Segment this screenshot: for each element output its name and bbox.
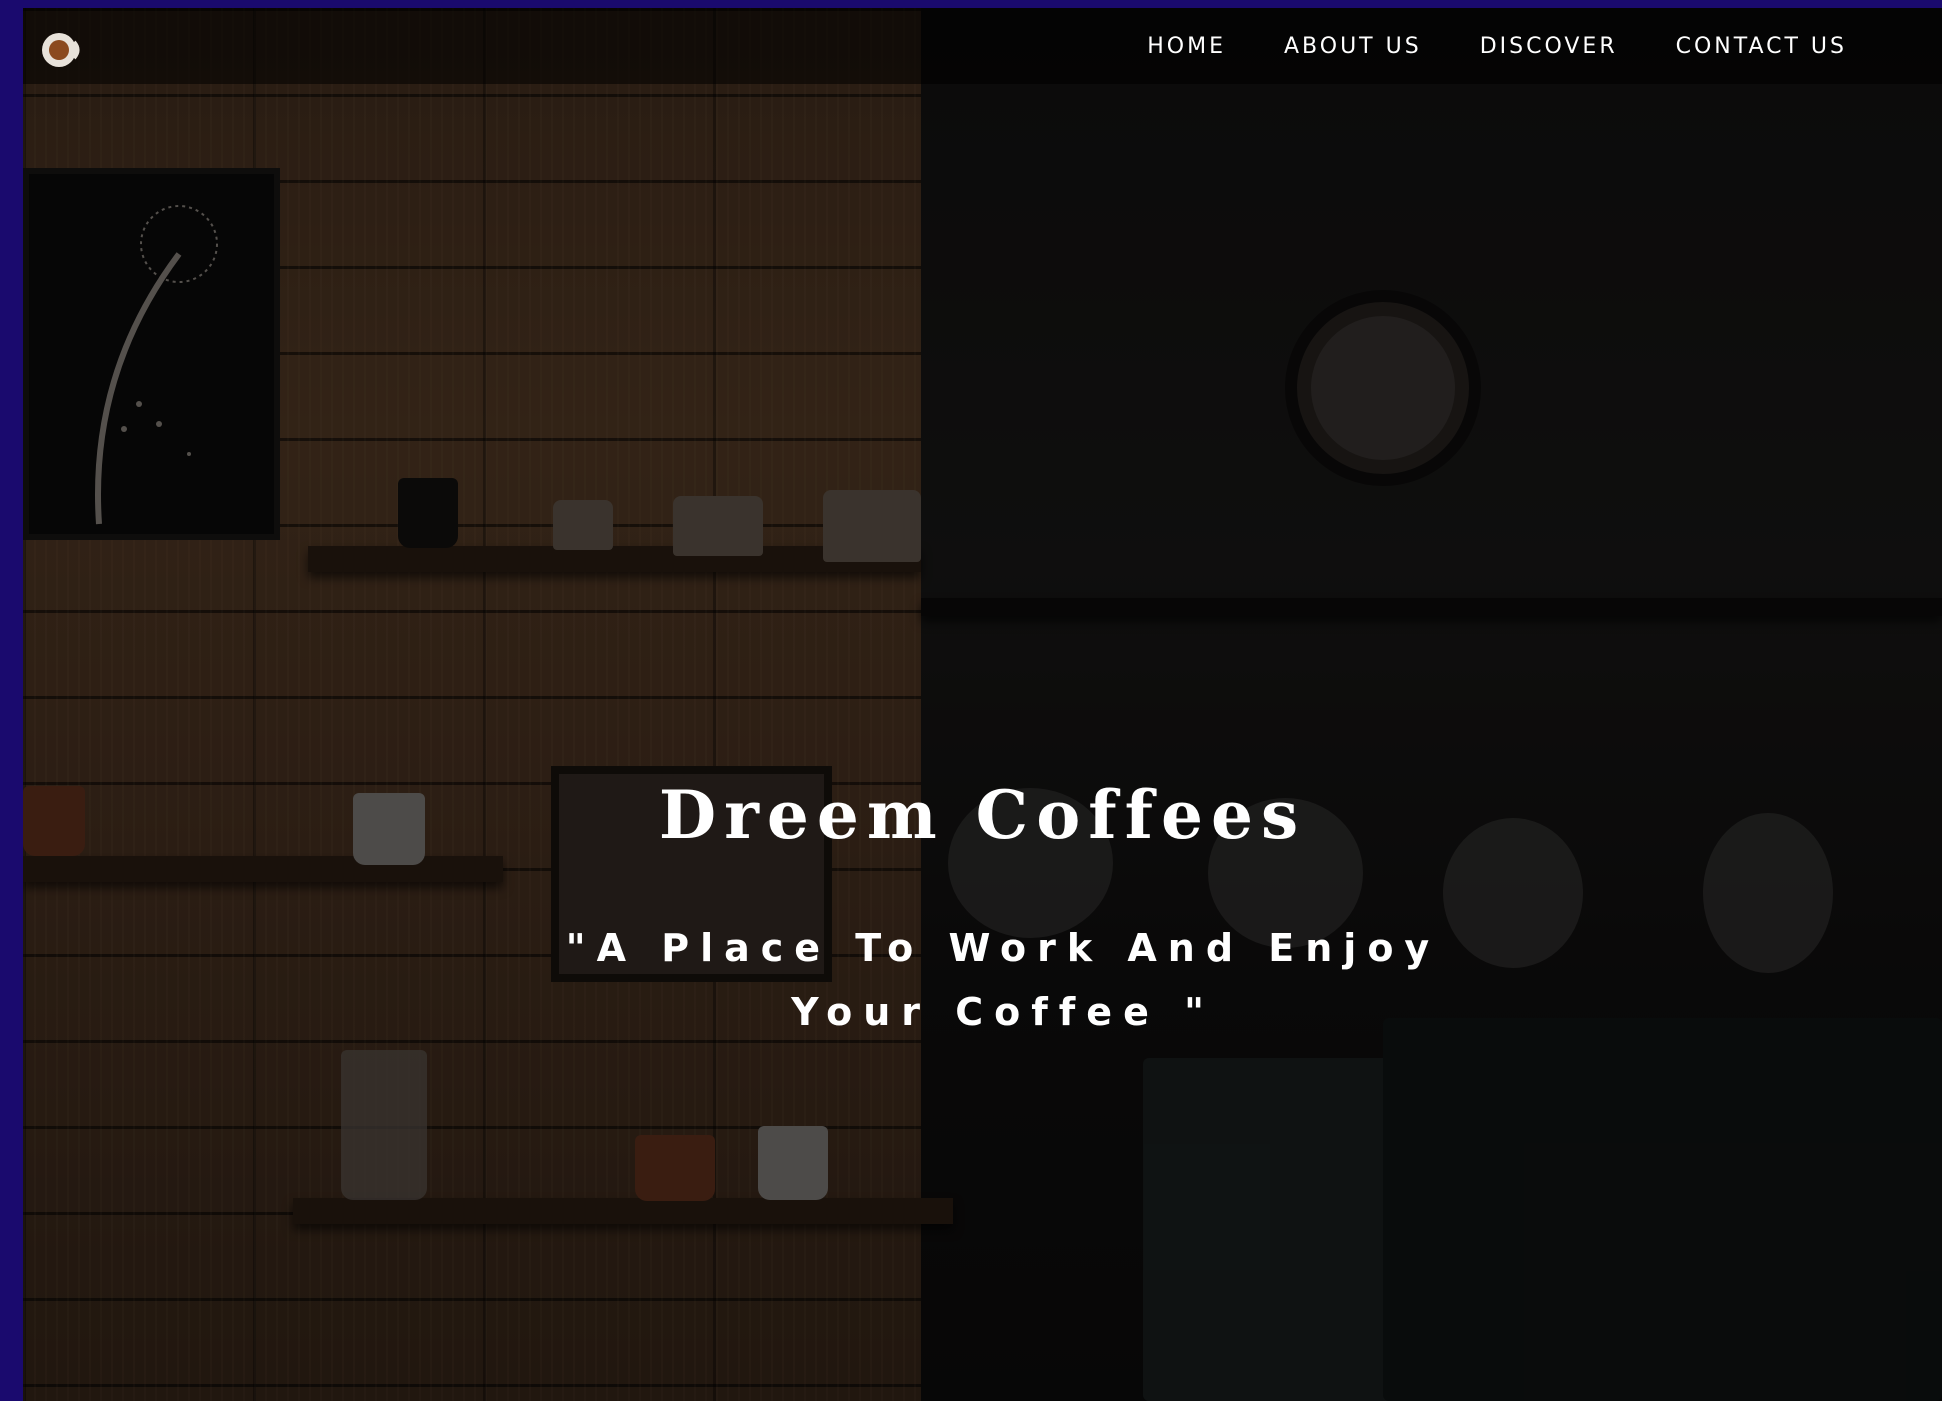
nav-home[interactable]: HOME: [1147, 34, 1226, 59]
hero-tagline: "A Place To Work And Enjoy Your Coffee ": [565, 926, 1441, 1034]
nav-discover[interactable]: DISCOVER: [1480, 34, 1618, 59]
coffee-cup-icon[interactable]: [41, 30, 81, 70]
navbar: HOME ABOUT US DISCOVER CONTACT US: [23, 8, 1942, 84]
dark-overlay: [23, 8, 1942, 1401]
page: HOME ABOUT US DISCOVER CONTACT US Dreem …: [23, 8, 1942, 1401]
nav-contact-us[interactable]: CONTACT US: [1676, 34, 1847, 59]
nav-links: HOME ABOUT US DISCOVER CONTACT US: [1089, 8, 1847, 84]
nav-about-us[interactable]: ABOUT US: [1284, 34, 1422, 59]
hero-title: Dreem Coffees: [658, 776, 1307, 854]
